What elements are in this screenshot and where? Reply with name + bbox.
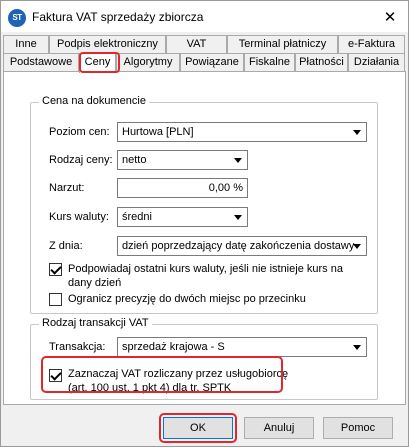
vat-group-title: Rodzaj transakcji VAT <box>39 317 152 329</box>
suggest-rate-label: Podpowiadaj ostatni kurs waluty, jeśli n… <box>68 262 368 290</box>
tab-panel-ceny: Cena na dokumencie Poziom cen: Hurtowa [… <box>3 71 406 405</box>
chevron-down-icon <box>234 215 242 220</box>
help-button[interactable]: Pomoc <box>323 417 393 439</box>
date-value: dzień poprzedzający datę zakończenia dos… <box>122 240 355 252</box>
dialog-window: ST Faktura VAT sprzedaży zbiorcza ✕ Inne… <box>0 0 409 447</box>
tab-powiazane[interactable]: Powiązane <box>180 53 244 72</box>
date-label: Z dnia: <box>49 240 83 252</box>
app-logo-icon: ST <box>8 9 26 27</box>
cancel-button[interactable]: Anuluj <box>244 417 314 439</box>
tab-inne[interactable]: Inne <box>3 35 49 54</box>
tab-ceny-highlight <box>79 52 120 73</box>
chevron-down-icon <box>353 345 361 350</box>
price-group: Cena na dokumencie Poziom cen: Hurtowa [… <box>30 95 378 314</box>
price-level-label: Poziom cen: <box>49 126 110 138</box>
price-type-label: Rodzaj ceny: <box>49 154 113 166</box>
tab-podstawowe[interactable]: Podstawowe <box>3 53 79 72</box>
price-type-dropdown[interactable]: netto <box>117 150 248 170</box>
close-icon[interactable]: ✕ <box>380 7 400 27</box>
limit-precision-checkbox[interactable] <box>49 293 62 306</box>
fx-rate-value: średni <box>122 211 152 223</box>
price-type-value: netto <box>122 154 147 166</box>
transaction-dropdown[interactable]: sprzedaż krajowa - S <box>117 337 367 357</box>
tab-e-faktura[interactable]: e-Faktura <box>338 35 405 54</box>
transaction-label: Transakcja: <box>49 341 106 353</box>
button-bar: OK Anuluj Pomoc <box>1 407 408 446</box>
tab-dzialania[interactable]: Działania <box>348 53 405 72</box>
title-bar: ST Faktura VAT sprzedaży zbiorcza ✕ <box>1 1 408 32</box>
transaction-value: sprzedaż krajowa - S <box>122 341 225 353</box>
date-dropdown[interactable]: dzień poprzedzający datę zakończenia dos… <box>117 236 367 256</box>
markup-field[interactable]: 0,00 % <box>117 178 248 198</box>
mark-vat-highlight <box>41 356 283 393</box>
tab-vat[interactable]: VAT <box>166 35 227 54</box>
tab-algorytmy[interactable]: Algorytmy <box>116 53 180 72</box>
fx-rate-label: Kurs waluty: <box>49 211 109 223</box>
chevron-down-icon <box>353 130 361 135</box>
suggest-rate-label-line1: Podpowiadaj ostatni kurs waluty, jeśli n… <box>68 263 343 275</box>
price-level-dropdown[interactable]: Hurtowa [PLN] <box>117 122 367 142</box>
price-level-value: Hurtowa [PLN] <box>122 126 194 138</box>
tab-row-top: Inne Podpis elektroniczny VAT Terminal p… <box>3 35 405 54</box>
chevron-down-icon <box>353 244 361 249</box>
tab-platnosci[interactable]: Płatności <box>295 53 348 72</box>
fx-rate-dropdown[interactable]: średni <box>117 207 248 227</box>
chevron-down-icon <box>234 158 242 163</box>
ok-button-highlight <box>159 413 237 443</box>
tab-row-bottom: Podstawowe Ceny Algorytmy Powiązane Fisk… <box>3 53 405 73</box>
suggest-rate-checkbox[interactable] <box>49 263 62 276</box>
markup-label: Narzut: <box>49 182 85 194</box>
tab-terminal-platniczy[interactable]: Terminal płatniczy <box>227 35 338 54</box>
price-group-title: Cena na dokumencie <box>39 95 149 107</box>
limit-precision-label: Ogranicz precyzję do dwóch miejsc po prz… <box>68 293 306 305</box>
tab-fiskalne[interactable]: Fiskalne <box>244 53 295 72</box>
window-title: Faktura VAT sprzedaży zbiorcza <box>32 10 204 24</box>
suggest-rate-label-line2: dany dzień <box>68 277 122 289</box>
